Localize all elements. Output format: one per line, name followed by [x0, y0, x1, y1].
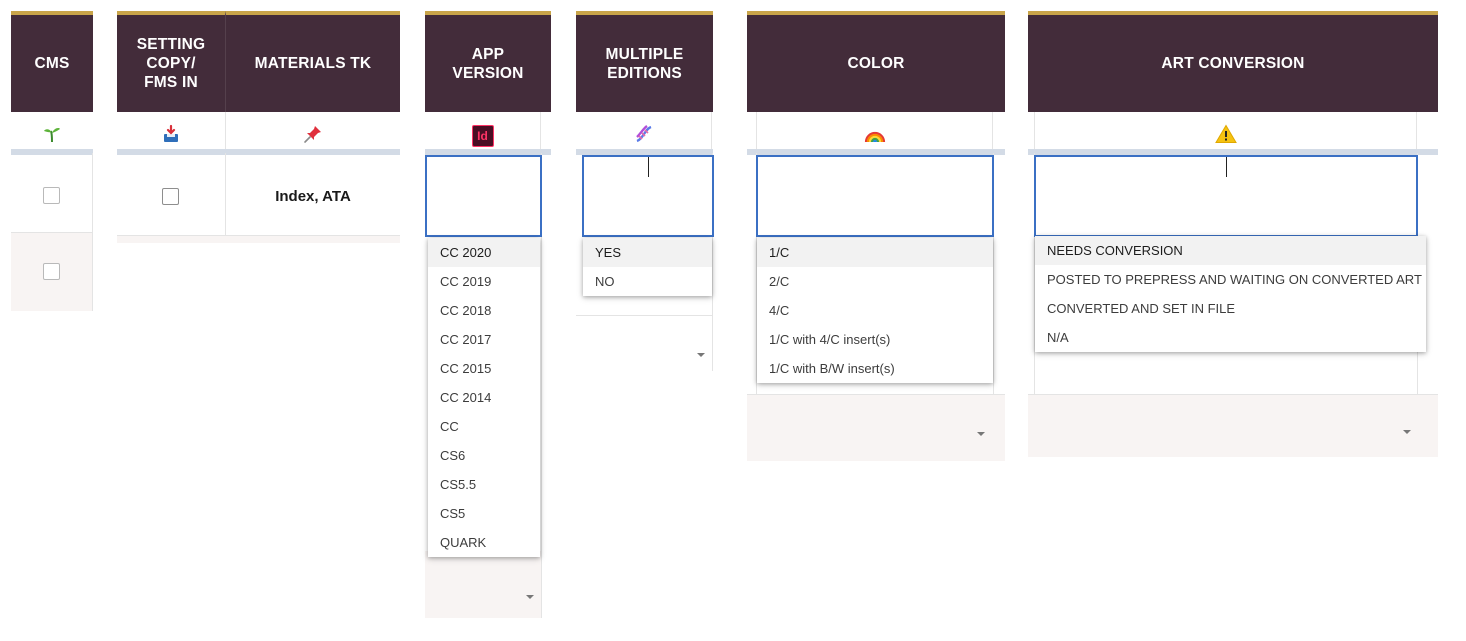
- dropdown-option[interactable]: CC 2017: [428, 325, 540, 354]
- dna-icon: [633, 123, 655, 150]
- dropdown-option[interactable]: CC 2014: [428, 383, 540, 412]
- indesign-app-icon: Id: [471, 125, 494, 147]
- setting-copy-checkbox-row1[interactable]: [162, 188, 179, 205]
- chevron-down-icon[interactable]: [526, 595, 534, 599]
- column-header-color[interactable]: COLOR: [747, 11, 1005, 112]
- multiple-editions-dropdown[interactable]: YES NO: [583, 238, 712, 296]
- dropdown-option[interactable]: QUARK: [428, 528, 540, 557]
- chevron-down-icon[interactable]: [697, 353, 705, 357]
- dropdown-option[interactable]: POSTED TO PREPRESS AND WAITING ON CONVER…: [1035, 265, 1426, 294]
- text-caret: [1226, 157, 1227, 177]
- dropdown-option[interactable]: CC 2015: [428, 354, 540, 383]
- dropdown-option[interactable]: CC 2018: [428, 296, 540, 325]
- dropdown-option[interactable]: CS5: [428, 499, 540, 528]
- color-edit-box[interactable]: [756, 155, 994, 237]
- dropdown-option[interactable]: CS6: [428, 441, 540, 470]
- cms-column-panel: CMS: [11, 11, 93, 311]
- app-version-edit-box[interactable]: [425, 155, 542, 237]
- dropdown-option[interactable]: CONVERTED AND SET IN FILE: [1035, 294, 1426, 323]
- cms-checkbox-row2[interactable]: [43, 263, 60, 280]
- dropdown-option[interactable]: 1/C with B/W insert(s): [757, 354, 993, 383]
- dropdown-option[interactable]: CC: [428, 412, 540, 441]
- warning-icon: [1214, 124, 1237, 149]
- chevron-down-icon[interactable]: [977, 432, 985, 436]
- text-caret: [648, 157, 649, 177]
- dropdown-option[interactable]: CC 2020: [428, 238, 540, 267]
- dropdown-option[interactable]: 1/C with 4/C insert(s): [757, 325, 993, 354]
- inbox-tray-icon: [161, 124, 181, 149]
- color-dropdown[interactable]: 1/C 2/C 4/C 1/C with 4/C insert(s) 1/C w…: [757, 238, 993, 383]
- alt-row: [425, 551, 541, 618]
- dropdown-option[interactable]: N/A: [1035, 323, 1426, 352]
- chevron-down-icon[interactable]: [1403, 430, 1411, 434]
- column-header-color-label: COLOR: [847, 55, 905, 72]
- alt-row: [747, 395, 1005, 461]
- column-header-app-version[interactable]: APP VERSION: [425, 11, 551, 112]
- column-header-materials-tk[interactable]: MATERIALS TK: [225, 11, 400, 112]
- app-version-dropdown[interactable]: CC 2020 CC 2019 CC 2018 CC 2017 CC 2015 …: [428, 238, 540, 557]
- column-header-art-conversion[interactable]: ART CONVERSION: [1028, 11, 1438, 112]
- column-header-setting-copy[interactable]: SETTING COPY/ FMS IN: [117, 11, 225, 112]
- column-header-multiple-editions[interactable]: MULTIPLE EDITIONS: [576, 11, 713, 112]
- right-border: [92, 153, 93, 311]
- dropdown-option[interactable]: 2/C: [757, 267, 993, 296]
- row-divider: [576, 315, 713, 316]
- column-header-setting-copy-label: SETTING COPY/ FMS IN: [136, 36, 206, 91]
- dropdown-option[interactable]: NEEDS CONVERSION: [1035, 236, 1426, 265]
- materials-tk-cell[interactable]: Index, ATA: [226, 188, 400, 205]
- dropdown-option[interactable]: 4/C: [757, 296, 993, 325]
- art-conversion-dropdown[interactable]: NEEDS CONVERSION POSTED TO PREPRESS AND …: [1035, 236, 1426, 352]
- dropdown-option[interactable]: YES: [583, 238, 712, 267]
- setting-materials-panel: SETTING COPY/ FMS IN MATERIALS TK Index,…: [117, 11, 400, 243]
- alt-row: [1028, 395, 1438, 457]
- column-header-cms[interactable]: CMS: [11, 11, 93, 112]
- column-header-cms-label: CMS: [34, 55, 70, 72]
- dropdown-option[interactable]: CC 2019: [428, 267, 540, 296]
- rainbow-icon: [864, 125, 886, 148]
- column-header-art-conversion-label: ART CONVERSION: [1161, 55, 1305, 72]
- separator-band: [117, 149, 400, 155]
- dropdown-option[interactable]: 1/C: [757, 238, 993, 267]
- cms-checkbox-row1[interactable]: [43, 187, 60, 204]
- alt-row: [117, 236, 400, 243]
- separator-band: [11, 149, 93, 155]
- dropdown-option[interactable]: CS5.5: [428, 470, 540, 499]
- seedling-icon: [42, 124, 62, 149]
- dropdown-option[interactable]: NO: [583, 267, 712, 296]
- column-header-app-version-label: APP VERSION: [452, 45, 524, 82]
- pushpin-icon: [303, 124, 323, 149]
- column-header-materials-tk-label: MATERIALS TK: [254, 55, 372, 72]
- column-header-multiple-editions-label: MULTIPLE EDITIONS: [605, 45, 684, 82]
